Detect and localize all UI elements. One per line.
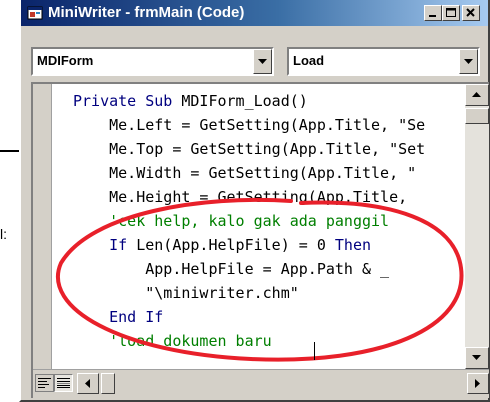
code-area[interactable]: Private Sub MDIForm_Load() Me.Left = Get… [73,89,461,369]
code-keyword: If [73,236,137,254]
procedure-view-icon [38,378,51,388]
code-line[interactable]: Me.Top = GetSetting(App.Title, "Set [73,137,425,161]
margin-indicator-bar[interactable] [33,84,52,369]
window-title: MiniWriter - frmMain (Code) [48,4,245,21]
minimize-button[interactable] [424,5,442,21]
full-module-view-icon [57,378,70,388]
chevron-left-icon [85,379,90,388]
vertical-scrollbar[interactable] [465,84,489,369]
code-line[interactable]: Me.Height = GetSetting(App.Title, [73,185,407,209]
code-line[interactable]: End If [73,305,163,329]
object-combo[interactable]: MDIForm [31,47,274,76]
code-text: App.HelpFile = App.Path & _ [73,260,390,278]
code-text: Me.Width = GetSetting(App.Title, " [73,164,417,182]
code-editor[interactable]: Private Sub MDIForm_Load() Me.Left = Get… [31,82,489,398]
code-text: MDIForm_Load() [181,92,308,110]
chevron-down-icon [464,59,473,64]
code-line[interactable]: Me.Left = GetSetting(App.Title, "Se [73,113,425,137]
chevron-down-icon [258,59,267,64]
code-line[interactable]: "\miniwriter.chm" [73,281,299,305]
code-comment: 'load dokumen baru [73,332,272,350]
code-line[interactable]: App.HelpFile = App.Path & _ [73,257,389,281]
maximize-icon [446,8,456,17]
procedure-combo-dropdown-button[interactable] [459,49,478,74]
chevron-down-icon [472,355,481,360]
procedure-view-button[interactable] [35,374,54,392]
maximize-button[interactable] [442,5,460,21]
code-text: Me.Top = GetSetting(App.Title, "Set [73,140,426,158]
background-text-fragment: l: [0,226,7,242]
code-line[interactable]: Private Sub MDIForm_Load() [73,89,308,113]
code-keyword: Then [334,236,372,254]
object-combo-value: MDIForm [37,53,94,68]
chevron-right-icon [475,379,480,388]
horizontal-scroll-thumb[interactable] [101,373,115,394]
minimize-icon [429,15,436,17]
close-icon [466,8,475,17]
close-button[interactable] [462,5,480,21]
scroll-down-button[interactable] [465,347,489,369]
code-line[interactable]: Me.Width = GetSetting(App.Title, " [73,161,416,185]
code-text: "\miniwriter.chm" [73,284,299,302]
full-module-view-button[interactable] [54,374,73,392]
scroll-right-button[interactable] [467,373,489,394]
code-line[interactable]: If Len(App.HelpFile) = 0 Then [73,233,371,257]
code-comment: 'cek help, kalo gak ada panggil [73,212,390,230]
scroll-up-button[interactable] [465,84,489,106]
code-text: Len(App.HelpFile) = 0 [136,236,335,254]
vertical-scroll-thumb[interactable] [465,108,489,124]
text-caret [314,342,315,360]
horizontal-scroll-area [33,369,489,398]
title-bar[interactable]: MiniWriter - frmMain (Code) [21,0,488,26]
code-text: Me.Height = GetSetting(App.Title, [73,188,408,206]
code-text: Me.Left = GetSetting(App.Title, "Se [73,116,426,134]
code-window: MiniWriter - frmMain (Code) MDIForm Load… [19,0,490,402]
code-line[interactable]: 'cek help, kalo gak ada panggil [73,209,389,233]
code-line[interactable]: 'load dokumen baru [73,329,272,353]
code-keyword: End If [73,308,164,326]
procedure-combo[interactable]: Load [287,47,480,76]
object-combo-dropdown-button[interactable] [253,49,272,74]
chevron-up-icon [472,92,481,97]
code-keyword: Private Sub [73,92,182,110]
scroll-left-button[interactable] [77,373,99,394]
app-icon [27,6,43,20]
procedure-combo-value: Load [293,53,325,68]
